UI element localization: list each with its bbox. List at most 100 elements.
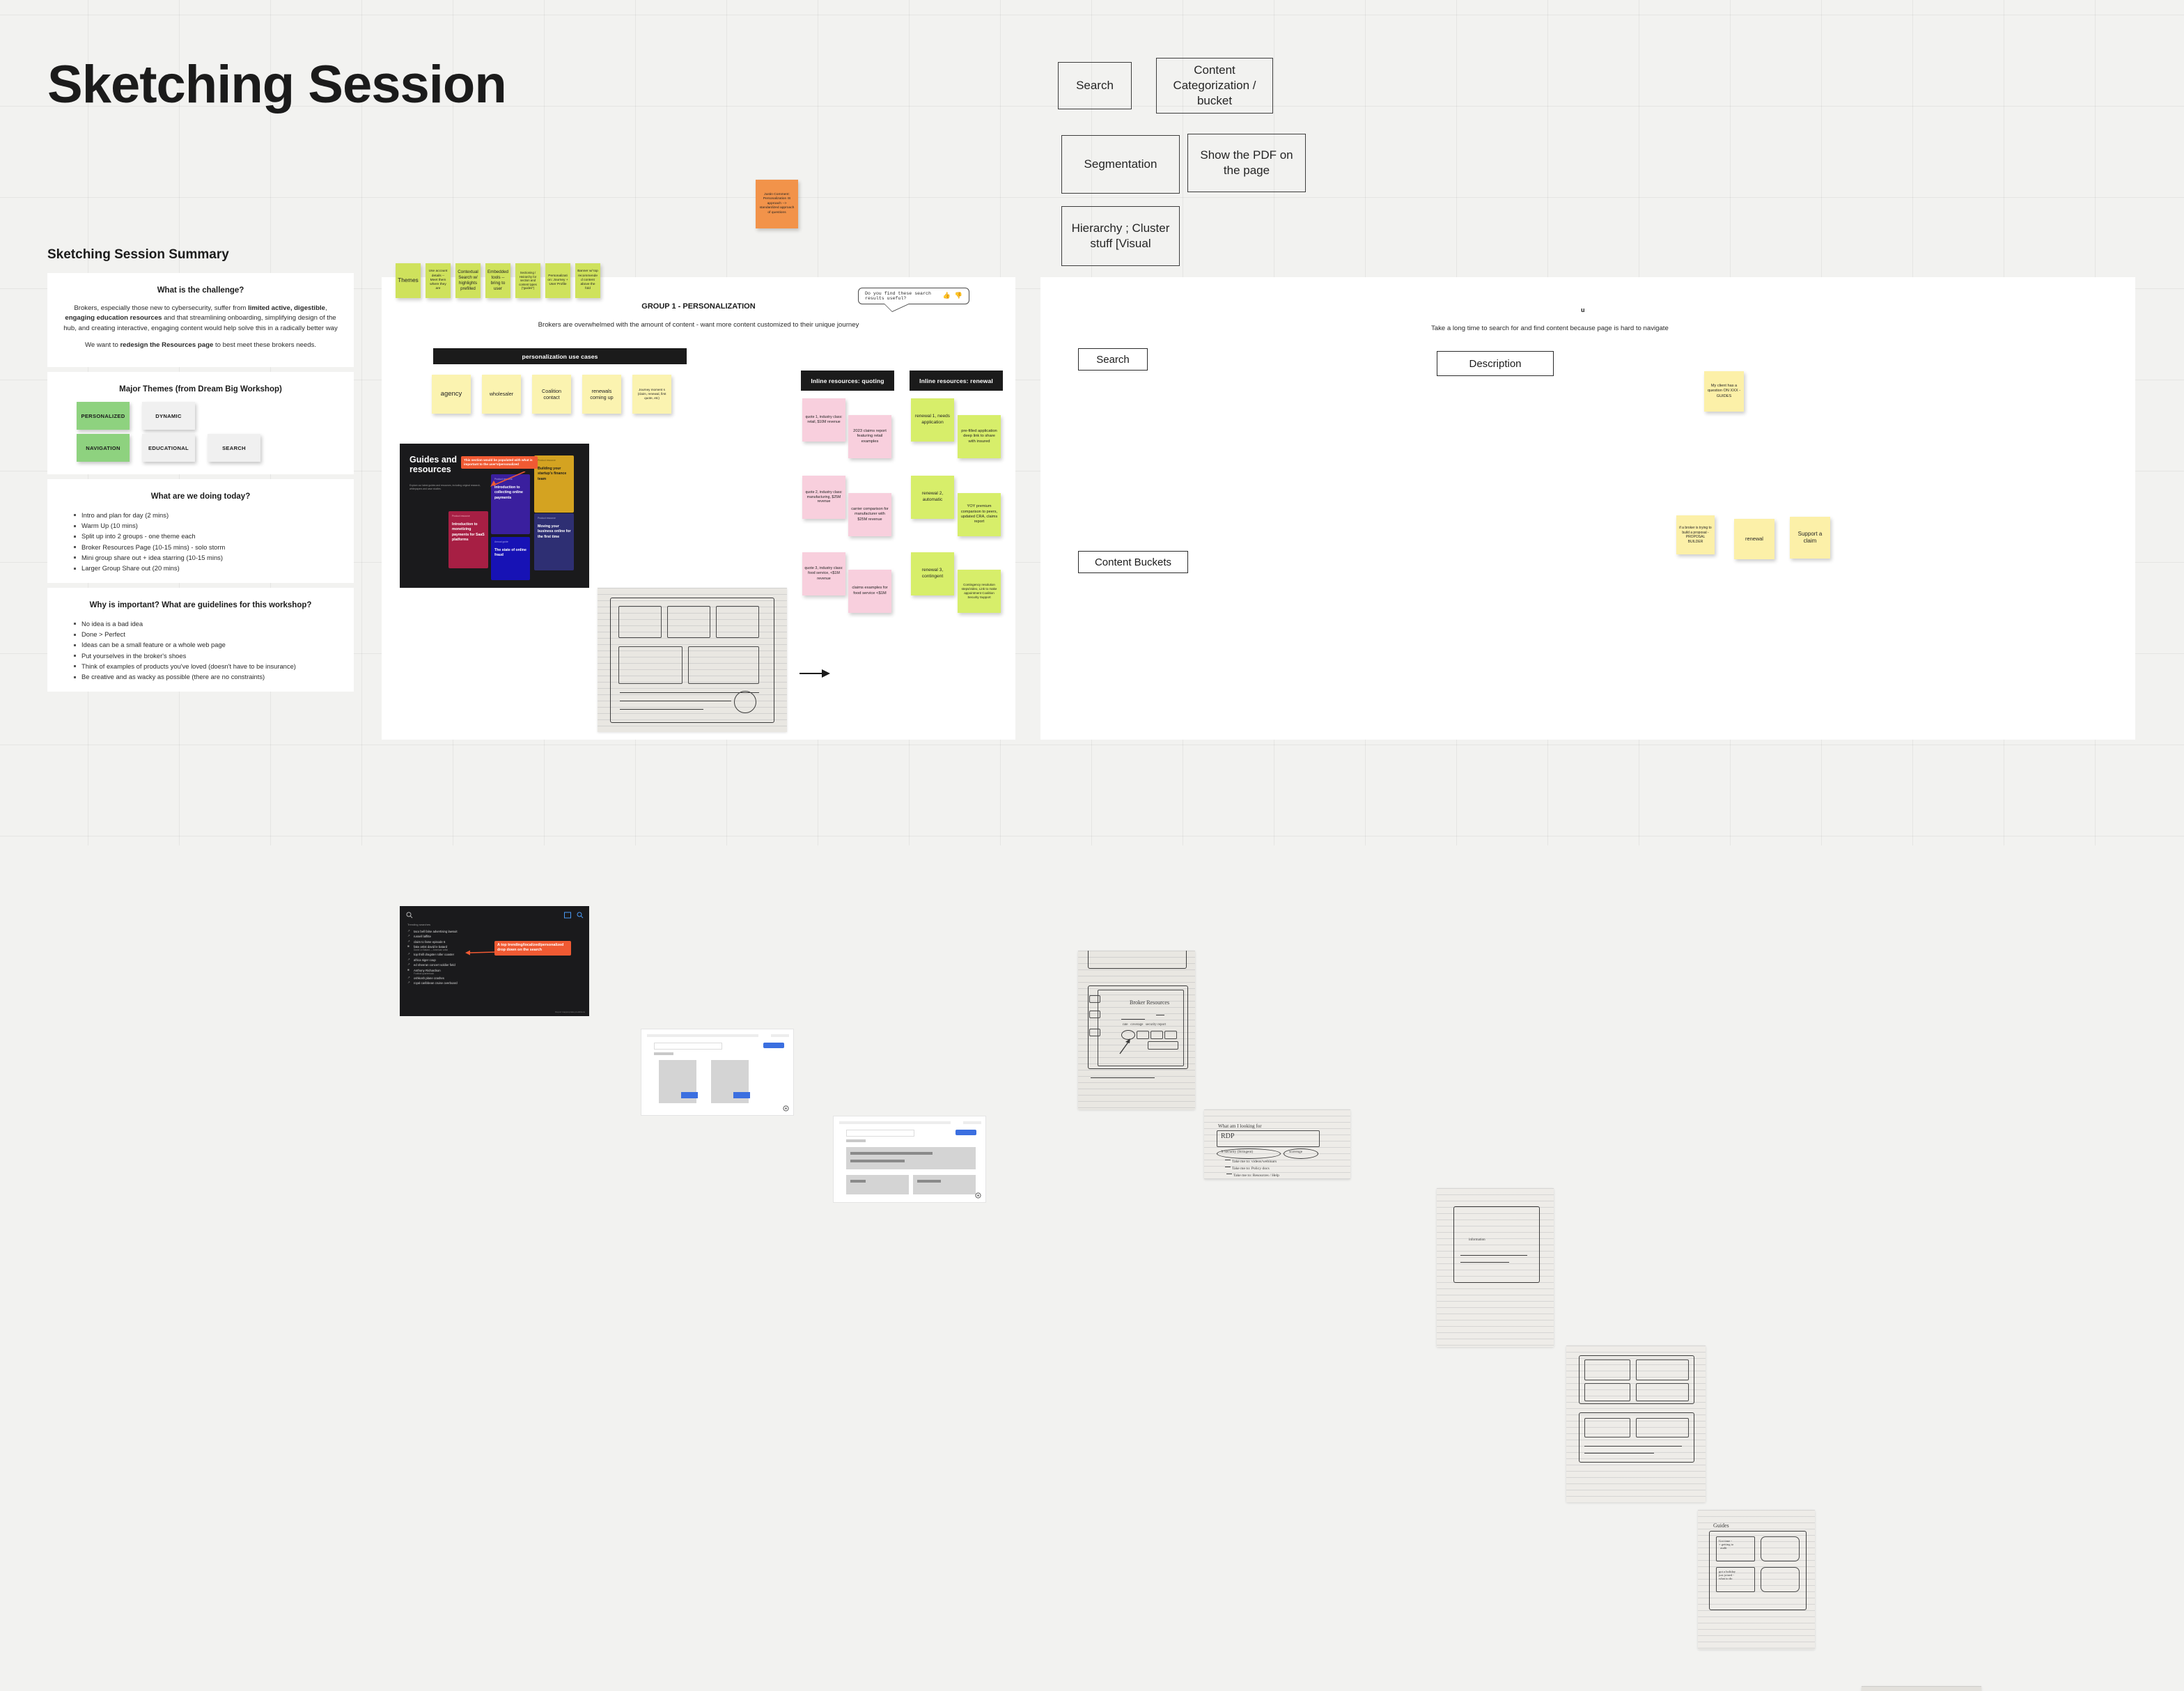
guides-tile-3-title: Moving your business online for the firs… bbox=[538, 524, 571, 539]
trending-search-screenshot[interactable]: Trending searches ↗ taco bell false adver… bbox=[400, 906, 589, 1016]
trending-callout: A top trending/localized/personalized dr… bbox=[494, 941, 571, 956]
group1-theme-sticky-4[interactable]: Sectioning / Heirarchy for section and c… bbox=[515, 263, 540, 298]
sticky-renewal-2[interactable]: renewal 2, automatic bbox=[911, 476, 954, 519]
theme-note-educational[interactable]: EDUCATIONAL bbox=[142, 434, 195, 462]
trending-item[interactable]: ↗ ed sheeran concert soldier field bbox=[407, 963, 533, 967]
group1-subtitle: Brokers are overwhelmed with the amount … bbox=[538, 321, 859, 329]
trending-item[interactable]: ↗ africa niger coup bbox=[407, 958, 533, 962]
sticky-proposal-builder[interactable]: if a broker is trying to build a proposa… bbox=[1676, 515, 1715, 554]
sticky-support-a-claim[interactable]: Support a claim bbox=[1790, 517, 1830, 559]
themes-row-2: NAVIGATION EDUCATIONAL SEARCH bbox=[58, 434, 343, 462]
trending-list[interactable]: ↗ taco bell false advertising lawsuit ↗ rus… bbox=[407, 929, 533, 987]
group1-theme-sticky-2[interactable]: Contextual Search w/ highlights prefille… bbox=[455, 263, 481, 298]
trend-up-icon: ↗ bbox=[407, 981, 410, 985]
search-feedback-bubble[interactable]: Do you find these search results useful?… bbox=[858, 288, 969, 311]
themes-heading: Major Themes (from Dream Big Workshop) bbox=[119, 384, 282, 393]
use-case-sticky-4[interactable]: Journey moment s (claim, renewal, first … bbox=[632, 375, 671, 414]
use-case-sticky-0[interactable]: agency bbox=[432, 375, 471, 414]
sticky-renewal-2-resource[interactable]: YOY premium comparison to peers, updated… bbox=[958, 493, 1001, 536]
guides-and-resources-screenshot[interactable]: Guides and resources Explore our latest … bbox=[400, 444, 589, 588]
sticky-renewal-3[interactable]: renewal 3, contingent bbox=[911, 552, 954, 595]
far-right-sketch-1[interactable] bbox=[1862, 1686, 1981, 1691]
theme-note-personalized[interactable]: PERSONALIZED bbox=[77, 402, 130, 430]
settings-circle-icon bbox=[783, 1105, 789, 1112]
guides-tile-2-title: Introduction to monetizing payments for … bbox=[452, 522, 485, 542]
whiteboard-canvas[interactable]: Sketching Session Sketching Session Summ… bbox=[0, 0, 2184, 1691]
guideline-item: Be creative and as wacky as possible (th… bbox=[74, 671, 343, 682]
sticky-quote-3-resource[interactable]: claims examples for food service <$1M bbox=[848, 570, 891, 613]
group1-theme-sticky-5[interactable]: Personalization: Journey + User Profile bbox=[545, 263, 570, 298]
guides-tile-3[interactable]: Product resource Moving your business on… bbox=[534, 513, 574, 570]
theme-note-search[interactable]: SEARCH bbox=[208, 434, 260, 462]
idea-box-segmentation[interactable]: Segmentation bbox=[1061, 135, 1180, 194]
guides-tile-2-eyebrow: Product resource bbox=[452, 515, 470, 517]
trending-item[interactable]: ↗ russell laffitte bbox=[407, 934, 533, 938]
sticky-quote-1-resource[interactable]: 2023 claims report featuring retail exam… bbox=[848, 415, 891, 458]
trending-item-sub: Football quarterback bbox=[414, 972, 435, 975]
idea-box-content-categorization[interactable]: Content Categorization / bucket bbox=[1156, 58, 1273, 114]
use-case-sticky-3[interactable]: renewals coming up bbox=[582, 375, 621, 414]
notebook-photo-center[interactable] bbox=[598, 588, 787, 732]
thumbs-down-icon[interactable]: 👎 bbox=[955, 293, 962, 299]
sticky-justin-comment[interactable]: Justin Comment: Personalization IS appro… bbox=[756, 180, 798, 228]
sticky-renewal-3-resource[interactable]: Contingency resolution steps/video, Link… bbox=[958, 570, 1001, 613]
agenda-list: Intro and plan for day (2 mins) Warm Up (… bbox=[58, 510, 343, 573]
guides-tile-4[interactable]: Annual guide The state of online fraud bbox=[491, 537, 530, 580]
group1-theme-sticky-6[interactable]: Banner w/ top recommended content above … bbox=[575, 263, 600, 298]
sticky-renewal-1[interactable]: renewal 1, needs application bbox=[911, 398, 954, 442]
group1-theme-sticky-3[interactable]: Embedded tools -- bring to user bbox=[485, 263, 510, 298]
sticky-my-client-question[interactable]: My client has a question ON XXX - GUIDES bbox=[1704, 371, 1744, 412]
sketch-search-value: RDP bbox=[1221, 1132, 1235, 1140]
group1-theme-notes: Themes Use account details -- Meet them w… bbox=[396, 263, 779, 305]
trending-callout-arrow-icon bbox=[465, 950, 497, 956]
use-case-sticky-1[interactable]: wholesaler bbox=[482, 375, 521, 414]
label-description[interactable]: Description bbox=[1437, 351, 1554, 376]
summary-heading: Sketching Session Summary bbox=[47, 247, 229, 262]
guides-tile-0[interactable]: Product resource Building your startup's… bbox=[534, 455, 574, 513]
description-sketch-photo-3[interactable]: Guides Got time - + getting to audit got … bbox=[1698, 1510, 1815, 1649]
sticky-quote-2-resource[interactable]: carrier comparison for manufacturer with… bbox=[848, 493, 891, 536]
trending-item[interactable]: ↗ royal caribbean cruise overboard bbox=[407, 981, 533, 985]
theme-note-navigation[interactable]: NAVIGATION bbox=[77, 434, 130, 462]
challenge-heading: What is the challenge? bbox=[157, 286, 244, 295]
sticky-quote-1[interactable]: quote 1, industry class: retail, $10M re… bbox=[802, 398, 845, 442]
idea-box-hierarchy-cluster[interactable]: Hierarchy ; Cluster stuff [Visual bbox=[1061, 206, 1180, 266]
trending-item-sub: David Le Batard — American artist bbox=[414, 949, 448, 952]
agenda-item: Larger Group Share out (20 mins) bbox=[74, 563, 343, 573]
group1-theme-sticky-0[interactable]: Themes bbox=[396, 263, 421, 298]
idea-box-show-pdf[interactable]: Show the PDF on the page bbox=[1187, 134, 1306, 192]
what-am-i-looking-for-photo[interactable]: What am I looking for RDP X Security (St… bbox=[1204, 1109, 1350, 1179]
trending-item[interactable]: ↗ taco bell false advertising lawsuit bbox=[407, 929, 533, 933]
themes-card: Major Themes (from Dream Big Workshop) P… bbox=[47, 371, 354, 475]
sketch-chip-1: scavenge bbox=[1289, 1150, 1303, 1154]
challenge-paragraph-1: Brokers, especially those new to cyberse… bbox=[63, 304, 338, 333]
camera-lens-icon[interactable] bbox=[564, 912, 571, 919]
label-search[interactable]: Search bbox=[1078, 348, 1148, 371]
guides-tile-3-eyebrow: Product resource bbox=[538, 517, 556, 520]
trend-up-icon: ↗ bbox=[407, 934, 410, 938]
description-sketch-photo-1[interactable]: information bbox=[1437, 1188, 1554, 1347]
thumbs-up-icon[interactable]: 👍 bbox=[943, 293, 951, 299]
sticky-quote-2[interactable]: quote 2, industry class: manufacturing, … bbox=[802, 476, 845, 519]
trending-item[interactable]: ■ Anthony Richardson Football quarterback bbox=[407, 968, 533, 975]
avatar-icon: ■ bbox=[407, 944, 410, 949]
group1-theme-sticky-1[interactable]: Use account details -- Meet them where t… bbox=[426, 263, 451, 298]
sticky-quote-3[interactable]: quote 3, industry class: food service, <… bbox=[802, 552, 845, 595]
search-submit-icon[interactable] bbox=[577, 912, 584, 919]
guides-tile-2[interactable]: Product resource Introduction to monetiz… bbox=[448, 511, 488, 568]
sketch-link-0: Take me to: videos/webinars bbox=[1232, 1160, 1277, 1164]
theme-note-dynamic[interactable]: DYNAMIC bbox=[142, 402, 195, 430]
search-sketch-photo[interactable]: Broker Resources rate coverage security … bbox=[1078, 951, 1195, 1109]
wireframe-after[interactable] bbox=[833, 1116, 986, 1203]
trending-item-label: top thrill dragster roller coaster bbox=[414, 953, 455, 957]
trending-item[interactable]: ↗ oshkosh plane crashes bbox=[407, 976, 533, 980]
sticky-renewal-1-resource[interactable]: pre-filled application deep link to shar… bbox=[958, 415, 1001, 458]
label-content-buckets[interactable]: Content Buckets bbox=[1078, 551, 1188, 573]
trending-item-label: oshkosh plane crashes bbox=[414, 976, 444, 980]
idea-box-search[interactable]: Search bbox=[1058, 62, 1132, 109]
description-sketch-photo-2[interactable] bbox=[1566, 1346, 1706, 1502]
use-case-sticky-2[interactable]: Coalition contact bbox=[532, 375, 571, 414]
page-title: Sketching Session bbox=[47, 55, 507, 114]
sticky-renewal[interactable]: renewal bbox=[1734, 519, 1774, 559]
wireframe-before[interactable] bbox=[641, 1029, 794, 1116]
